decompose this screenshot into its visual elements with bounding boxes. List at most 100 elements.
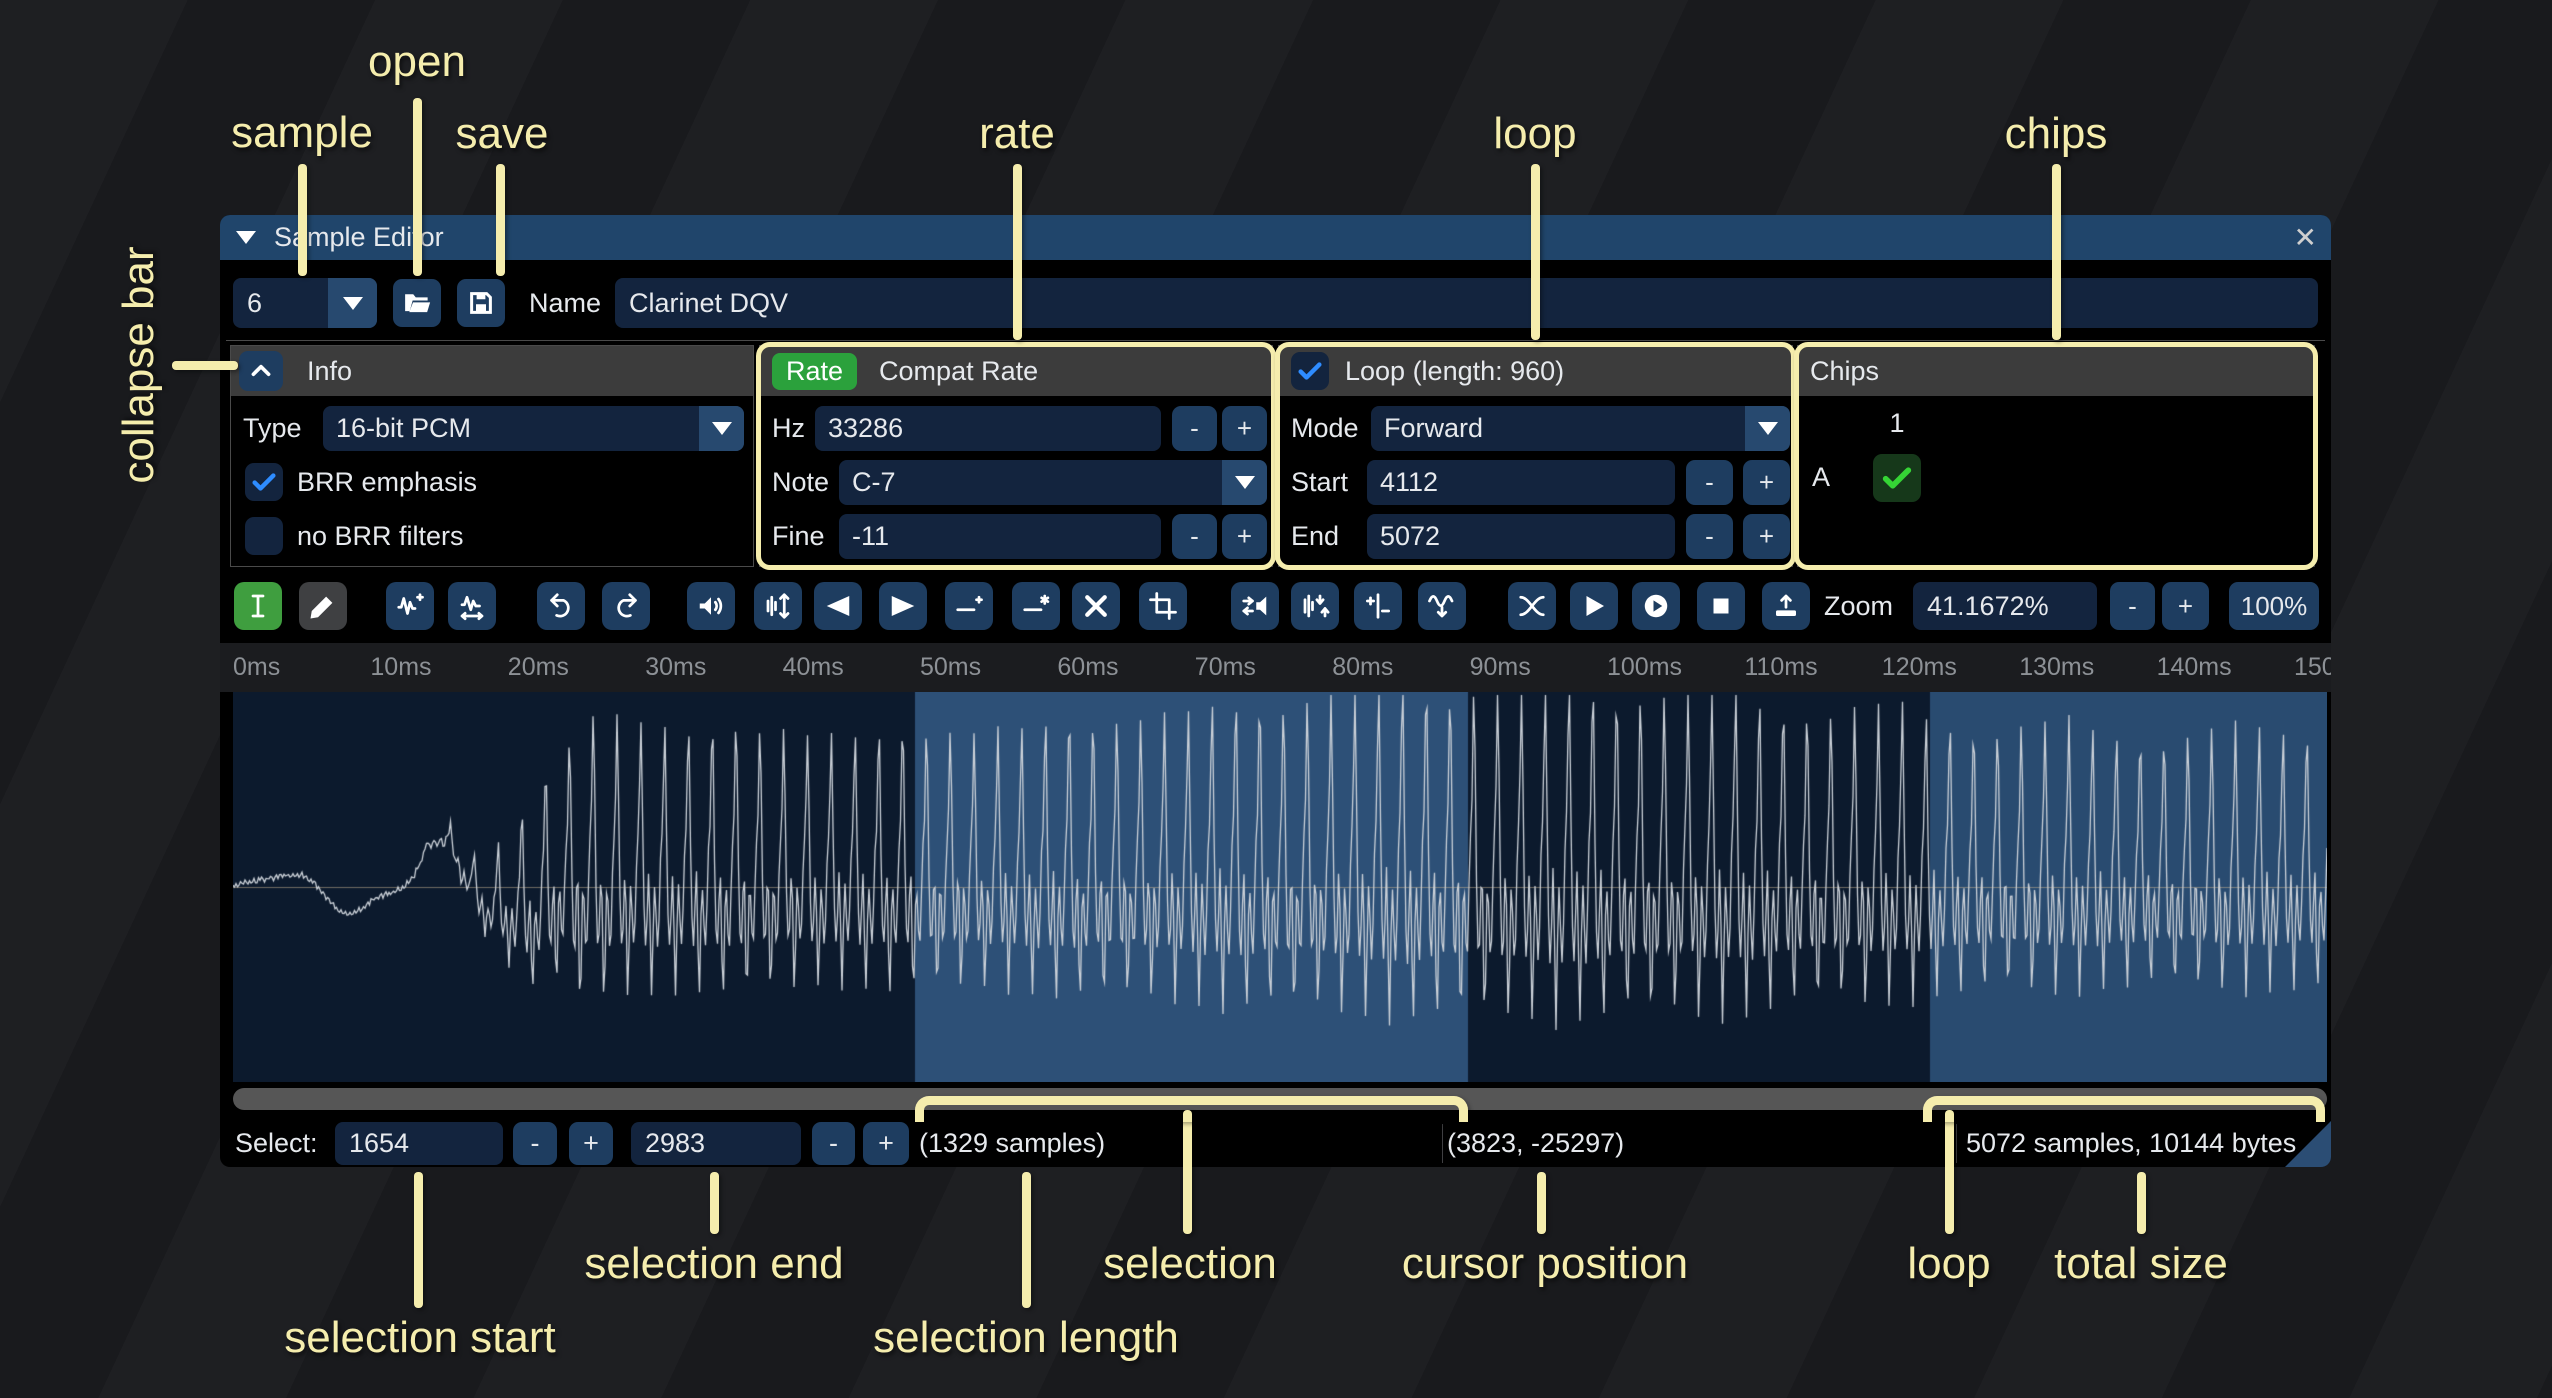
ruler-tick: 50ms	[920, 653, 981, 682]
waveform[interactable]	[233, 692, 2327, 1082]
fine-input[interactable]: -11	[839, 514, 1161, 559]
annotation-chips: chips	[2005, 109, 2108, 159]
sample-selector[interactable]: 6	[233, 278, 377, 328]
chip-enable-toggle[interactable]	[1873, 454, 1921, 502]
status-divider	[1956, 1124, 1957, 1163]
pencil-icon	[308, 591, 338, 621]
loop-panel-header: Loop (length: 960)	[1279, 346, 1792, 396]
annotation-cursor-position: cursor position	[1402, 1239, 1688, 1289]
resize-button[interactable]	[386, 582, 434, 630]
window-resize-grip[interactable]	[2285, 1121, 2331, 1167]
annotation-open: open	[368, 37, 466, 87]
apply-filter-button[interactable]	[1418, 582, 1466, 630]
loop-start-label: Start	[1291, 460, 1348, 505]
fine-row: Fine -11 - +	[760, 514, 1272, 559]
name-value: Clarinet DQV	[629, 288, 788, 319]
stop-icon	[1706, 591, 1736, 621]
name-input[interactable]: Clarinet DQV	[615, 278, 2318, 328]
ruler-tick: 150ms	[2294, 653, 2331, 682]
reverse-button[interactable]	[1231, 582, 1279, 630]
collapse-bar-button[interactable]	[239, 351, 283, 391]
stop-preview-button[interactable]	[1697, 582, 1745, 630]
resample-button[interactable]	[448, 582, 496, 630]
loop-end-decrease-button[interactable]: -	[1686, 514, 1733, 559]
loop-mode-label: Mode	[1291, 406, 1359, 451]
selection-end-decrease-button[interactable]: -	[812, 1122, 855, 1165]
selection-end-increase-button[interactable]: +	[863, 1122, 909, 1165]
fade-out-button[interactable]	[879, 582, 927, 630]
selection-length-text: (1329 samples)	[919, 1120, 1105, 1167]
hz-decrease-button[interactable]: -	[1172, 406, 1217, 451]
annotation-line-collapse-bar	[172, 361, 238, 370]
zoom-value: 41.1672%	[1927, 591, 2049, 622]
ruler-tick: 10ms	[370, 653, 431, 682]
loop-panel: Loop (length: 960) Mode Forward Start 41…	[1278, 345, 1793, 567]
zoom-out-button[interactable]: -	[2110, 582, 2155, 630]
sample-selector-dropdown-button[interactable]	[328, 278, 377, 328]
zoom-in-button[interactable]: +	[2162, 582, 2209, 630]
delete-x-icon	[1081, 591, 1111, 621]
invert-icon	[1300, 591, 1330, 621]
annotation-line-selection-end	[710, 1172, 719, 1234]
crossfade-loop-points-button[interactable]	[1508, 582, 1556, 630]
ruler-tick: 120ms	[1882, 653, 1957, 682]
no-brr-filters-checkbox[interactable]	[245, 517, 283, 555]
save-sample-button[interactable]	[457, 279, 505, 327]
zoom-reset-button[interactable]: 100%	[2229, 582, 2319, 630]
loop-start-increase-button[interactable]: +	[1743, 460, 1790, 505]
annotation-collapse-bar: collapse bar	[114, 246, 164, 483]
selection-start-input[interactable]: 1654	[335, 1122, 503, 1165]
trim-button[interactable]	[1139, 582, 1187, 630]
ruler-tick: 140ms	[2157, 653, 2232, 682]
loop-end-input[interactable]: 5072	[1367, 514, 1675, 559]
hz-increase-button[interactable]: +	[1222, 406, 1267, 451]
fine-increase-button[interactable]: +	[1222, 514, 1267, 559]
note-dropdown-button[interactable]	[1222, 460, 1267, 505]
preview-sample-button[interactable]	[1570, 582, 1618, 630]
play-icon	[1579, 591, 1609, 621]
selection-start-increase-button[interactable]: +	[569, 1122, 613, 1165]
selection-start-decrease-button[interactable]: -	[513, 1122, 557, 1165]
draw-tool-button[interactable]	[299, 582, 347, 630]
zoom-input[interactable]: 41.1672%	[1913, 582, 2097, 630]
undo-button[interactable]	[537, 582, 585, 630]
normalize-button[interactable]	[754, 582, 802, 630]
rate-panel: Rate Compat Rate Hz 33286 - + Note C-7 F…	[759, 345, 1273, 567]
invert-button[interactable]	[1291, 582, 1339, 630]
selection-end-input[interactable]: 2983	[631, 1122, 801, 1165]
type-dropdown[interactable]: 16-bit PCM	[323, 406, 744, 451]
loop-end-value: 5072	[1380, 521, 1440, 552]
open-sample-button[interactable]	[393, 279, 441, 327]
loop-start-input[interactable]: 4112	[1367, 460, 1675, 505]
close-icon[interactable]: ✕	[2294, 221, 2317, 254]
upload-button[interactable]	[1762, 582, 1810, 630]
signed-unsigned-button[interactable]	[1354, 582, 1402, 630]
amplify-button[interactable]	[687, 582, 735, 630]
loop-mode-dropdown[interactable]: Forward	[1371, 406, 1790, 451]
select-tool-button[interactable]	[234, 582, 282, 630]
loop-end-increase-button[interactable]: +	[1743, 514, 1790, 559]
sign-exchange-icon	[1363, 591, 1393, 621]
insert-silence-button[interactable]	[945, 582, 993, 630]
apply-silence-button[interactable]	[1012, 582, 1060, 630]
window-title-bar[interactable]: Sample Editor ✕	[220, 215, 2331, 260]
type-dropdown-button[interactable]	[699, 406, 744, 451]
window-collapse-icon[interactable]	[236, 231, 256, 244]
undo-icon	[546, 591, 576, 621]
brr-emphasis-checkbox[interactable]	[245, 463, 283, 501]
annotation-line-save	[496, 164, 505, 276]
note-row: Note C-7	[760, 460, 1272, 505]
preview-sample-loop-button[interactable]	[1632, 582, 1680, 630]
hz-input[interactable]: 33286	[815, 406, 1161, 451]
loop-mode-dropdown-button[interactable]	[1745, 406, 1790, 451]
redo-button[interactable]	[602, 582, 650, 630]
delete-button[interactable]	[1072, 582, 1120, 630]
fade-in-button[interactable]	[814, 582, 862, 630]
fine-decrease-button[interactable]: -	[1172, 514, 1217, 559]
fine-label: Fine	[772, 514, 825, 559]
no-brr-filters-label: no BRR filters	[297, 514, 464, 559]
note-dropdown[interactable]: C-7	[839, 460, 1267, 505]
loop-start-decrease-button[interactable]: -	[1686, 460, 1733, 505]
loop-checkbox[interactable]	[1291, 352, 1329, 390]
annotation-line-open	[413, 98, 422, 276]
